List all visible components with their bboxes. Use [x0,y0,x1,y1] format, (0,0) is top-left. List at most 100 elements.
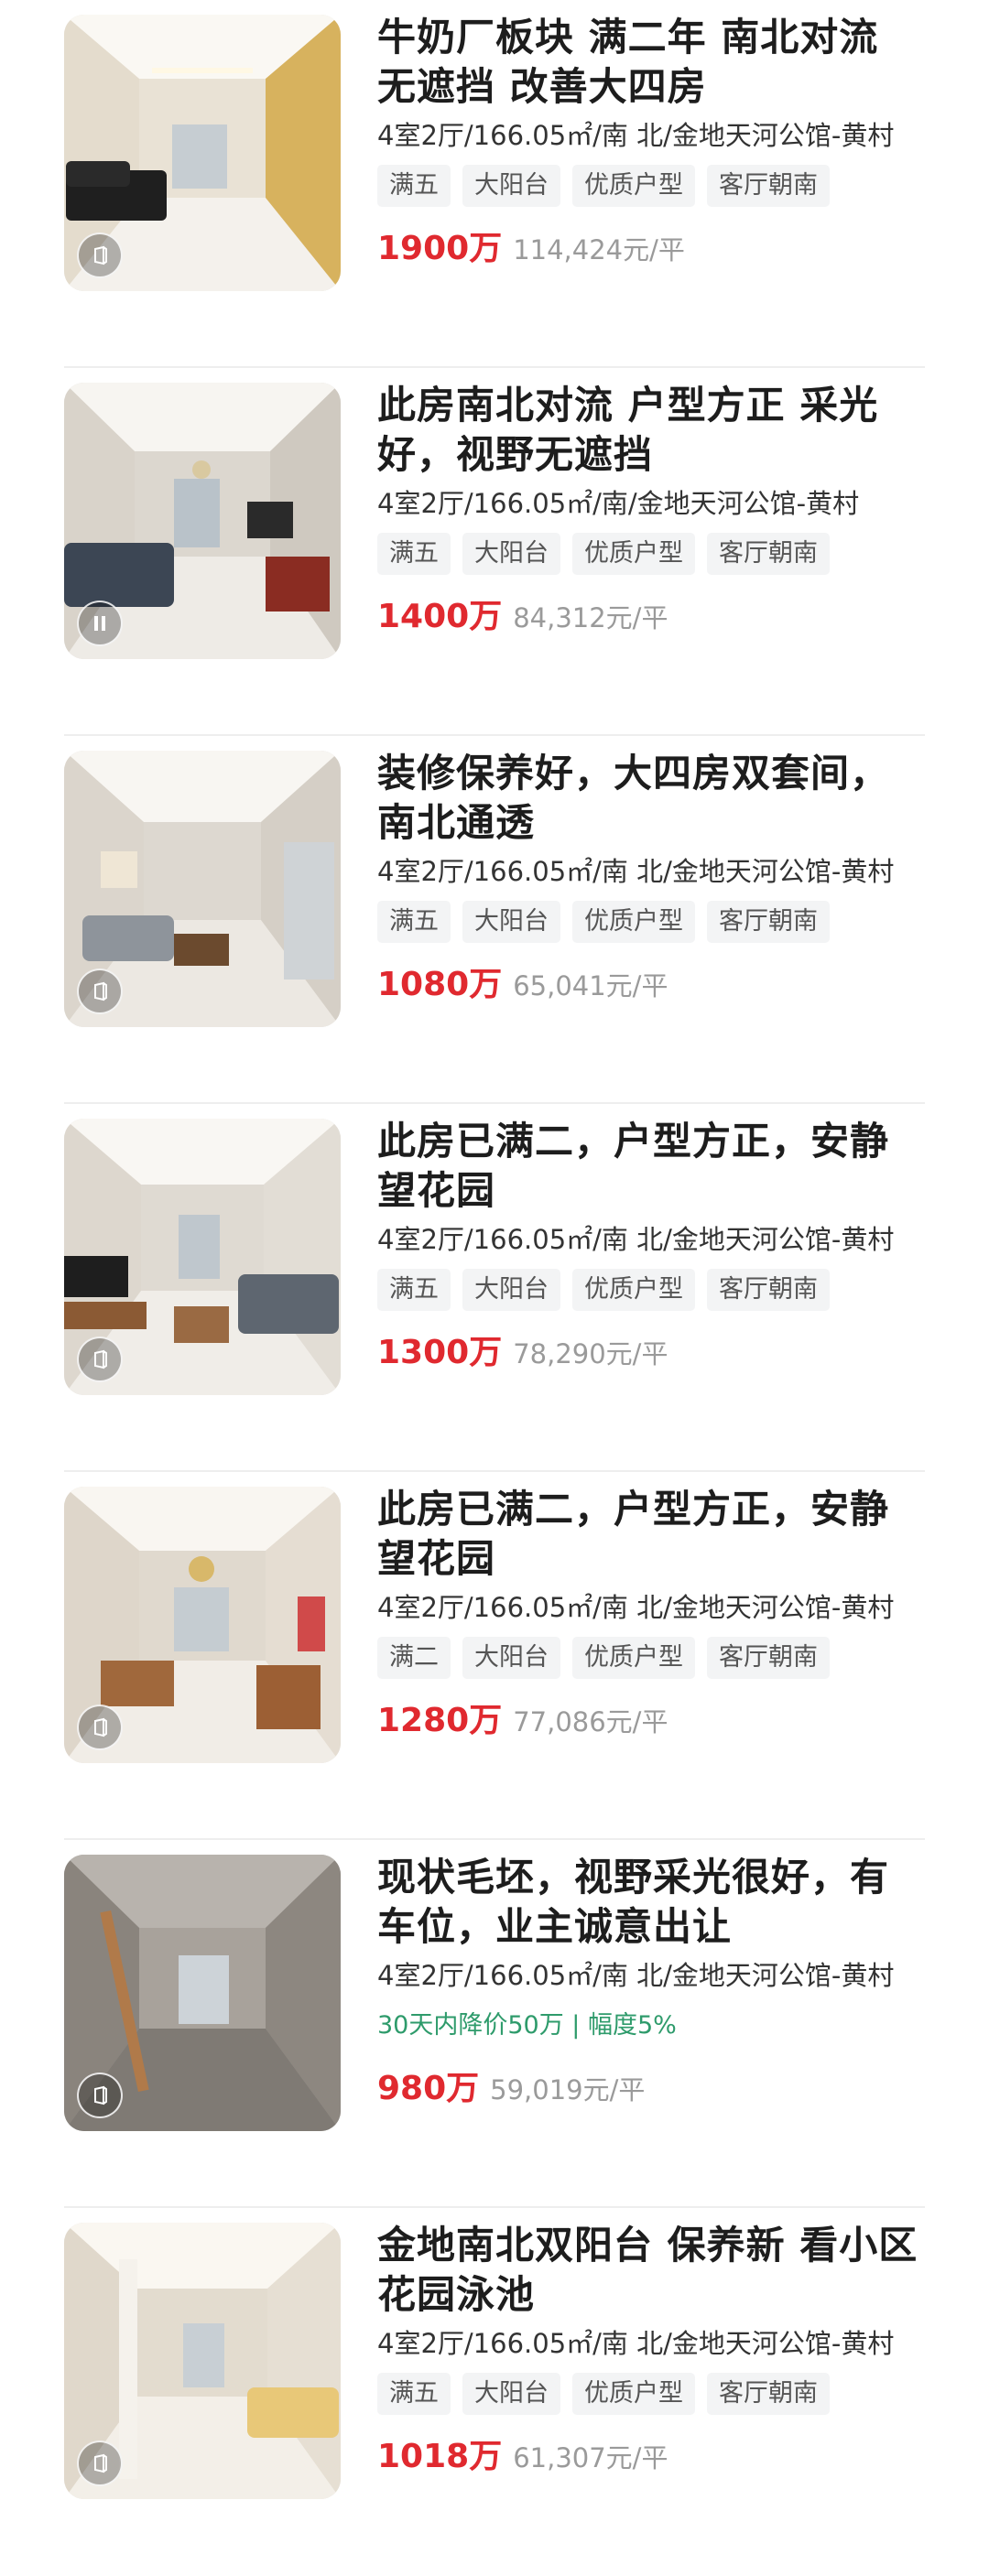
tag-list: 满五 大阳台 优质户型 客厅朝南 [377,1269,925,1311]
listing-meta: 4室2厅/166.05㎡/南/金地天河公馆-黄村 [377,488,860,519]
tag: 优质户型 [572,2373,695,2415]
listing-photo[interactable] [64,2223,341,2499]
listing-info: 此房已满二，户型方正，安静望花园 4室2厅/166.05㎡/南 北/金地天河公馆… [377,1485,925,1741]
unit-price: 59,019元/平 [490,2074,646,2105]
vr-badge[interactable] [77,233,123,278]
price-row: 1080万 65,041元/平 [377,958,925,1005]
unit-price: 77,086元/平 [513,1706,668,1737]
vr-icon [94,1349,107,1369]
tag: 客厅朝南 [707,901,830,943]
listing-info: 此房已满二，户型方正，安静望花园 4室2厅/166.05㎡/南 北/金地天河公馆… [377,1117,925,1373]
vr-badge[interactable] [77,2073,123,2118]
total-price: 1900万 [377,230,503,267]
tag: 客厅朝南 [707,1269,830,1311]
listing-title[interactable]: 现状毛坯，视野采光很好，有车位，业主诚意出让 [377,1853,925,1952]
tag: 优质户型 [572,165,695,207]
listing-meta: 4室2厅/166.05㎡/南 北/金地天河公馆-黄村 [377,1224,895,1255]
video-icon [94,616,105,631]
listing-title[interactable]: 金地南北双阳台 保养新 看小区花园泳池 [377,2221,925,2320]
listing-meta: 4室2厅/166.05㎡/南 北/金地天河公馆-黄村 [377,856,895,887]
listing-list: 牛奶厂板块 满二年 南北对流 无遮挡 改善大四房 4室2厅/166.05㎡/南 … [0,0,989,2576]
vr-icon [94,245,107,265]
tag-list: 满五 大阳台 优质户型 客厅朝南 [377,901,925,943]
tag: 满五 [377,901,451,943]
total-price: 1080万 [377,966,503,1003]
tag: 满五 [377,165,451,207]
total-price: 980万 [377,2070,480,2107]
listing-info: 金地南北双阳台 保养新 看小区花园泳池 4室2厅/166.05㎡/南 北/金地天… [377,2221,925,2477]
vr-badge[interactable] [77,2441,123,2486]
price-drop-notice: 30天内降价50万 | 幅度5% [377,2011,677,2040]
price-row: 1018万 61,307元/平 [377,2430,925,2477]
listing-title[interactable]: 此房已满二，户型方正，安静望花园 [377,1117,925,1216]
tag: 客厅朝南 [707,533,830,575]
total-price: 1400万 [377,598,503,635]
listing-photo[interactable] [64,15,341,291]
price-row: 1300万 78,290元/平 [377,1326,925,1373]
vr-badge[interactable] [77,1337,123,1382]
unit-price: 65,041元/平 [513,970,668,1001]
total-price: 1280万 [377,1702,503,1739]
listing-info: 此房南北对流 户型方正 采光好，视野无遮挡 4室2厅/166.05㎡/南/金地天… [377,381,925,637]
unit-price: 114,424元/平 [513,234,685,265]
tag: 优质户型 [572,1269,695,1311]
tag: 满五 [377,533,451,575]
listing-title[interactable]: 装修保养好，大四房双套间，南北通透 [377,749,925,848]
unit-price: 78,290元/平 [513,1338,668,1369]
tag-list: 满五 大阳台 优质户型 客厅朝南 [377,165,925,207]
listing-info: 牛奶厂板块 满二年 南北对流 无遮挡 改善大四房 4室2厅/166.05㎡/南 … [377,13,925,269]
listing-photo[interactable] [64,1855,341,2131]
total-price: 1018万 [377,2438,503,2475]
price-row: 1280万 77,086元/平 [377,1694,925,1741]
unit-price: 61,307元/平 [513,2442,668,2473]
listing-photo[interactable] [64,1119,341,1395]
listing-card[interactable]: 此房已满二，户型方正，安静望花园 4室2厅/166.05㎡/南 北/金地天河公馆… [0,1472,989,1840]
listing-info: 装修保养好，大四房双套间，南北通透 4室2厅/166.05㎡/南 北/金地天河公… [377,749,925,1005]
tag: 大阳台 [462,1637,560,1679]
listing-card[interactable]: 现状毛坯，视野采光很好，有车位，业主诚意出让 4室2厅/166.05㎡/南 北/… [0,1840,989,2208]
listing-title[interactable]: 牛奶厂板块 满二年 南北对流 无遮挡 改善大四房 [377,13,925,112]
vr-icon [94,2453,107,2473]
price-row: 1400万 84,312元/平 [377,590,925,637]
total-price: 1300万 [377,1334,503,1371]
vr-badge[interactable] [77,1705,123,1750]
listing-card[interactable]: 此房南北对流 户型方正 采光好，视野无遮挡 4室2厅/166.05㎡/南/金地天… [0,368,989,736]
tag-list: 满二 大阳台 优质户型 客厅朝南 [377,1637,925,1679]
unit-price: 84,312元/平 [513,602,668,633]
tag: 大阳台 [462,1269,560,1311]
price-row: 1900万 114,424元/平 [377,222,925,269]
listing-title[interactable]: 此房已满二，户型方正，安静望花园 [377,1485,925,1584]
listing-photo[interactable] [64,1487,341,1763]
listing-card[interactable]: 金地南北双阳台 保养新 看小区花园泳池 4室2厅/166.05㎡/南 北/金地天… [0,2208,989,2576]
tag: 客厅朝南 [707,165,830,207]
tag: 大阳台 [462,165,560,207]
vr-icon [94,1717,107,1737]
tag: 客厅朝南 [707,1637,830,1679]
listing-meta: 4室2厅/166.05㎡/南 北/金地天河公馆-黄村 [377,1960,895,1991]
tag: 大阳台 [462,533,560,575]
vr-icon [94,2085,107,2105]
price-row: 980万 59,019元/平 [377,2062,925,2109]
tag: 大阳台 [462,901,560,943]
tag: 满二 [377,1637,451,1679]
tag-list: 满五 大阳台 优质户型 客厅朝南 [377,533,925,575]
tag: 满五 [377,1269,451,1311]
tag: 优质户型 [572,1637,695,1679]
listing-photo[interactable] [64,383,341,659]
listing-title[interactable]: 此房南北对流 户型方正 采光好，视野无遮挡 [377,381,925,480]
tag: 优质户型 [572,901,695,943]
video-badge[interactable] [77,601,123,646]
tag: 满五 [377,2373,451,2415]
vr-icon [94,981,107,1001]
listing-card[interactable]: 装修保养好，大四房双套间，南北通透 4室2厅/166.05㎡/南 北/金地天河公… [0,736,989,1104]
tag: 客厅朝南 [707,2373,830,2415]
listing-photo[interactable] [64,751,341,1027]
vr-badge[interactable] [77,969,123,1014]
listing-meta: 4室2厅/166.05㎡/南 北/金地天河公馆-黄村 [377,1592,895,1623]
listing-info: 现状毛坯，视野采光很好，有车位，业主诚意出让 4室2厅/166.05㎡/南 北/… [377,1853,925,2109]
listing-card[interactable]: 此房已满二，户型方正，安静望花园 4室2厅/166.05㎡/南 北/金地天河公馆… [0,1104,989,1472]
listing-meta: 4室2厅/166.05㎡/南 北/金地天河公馆-黄村 [377,120,895,151]
tag: 优质户型 [572,533,695,575]
tag: 大阳台 [462,2373,560,2415]
listing-card[interactable]: 牛奶厂板块 满二年 南北对流 无遮挡 改善大四房 4室2厅/166.05㎡/南 … [0,0,989,368]
